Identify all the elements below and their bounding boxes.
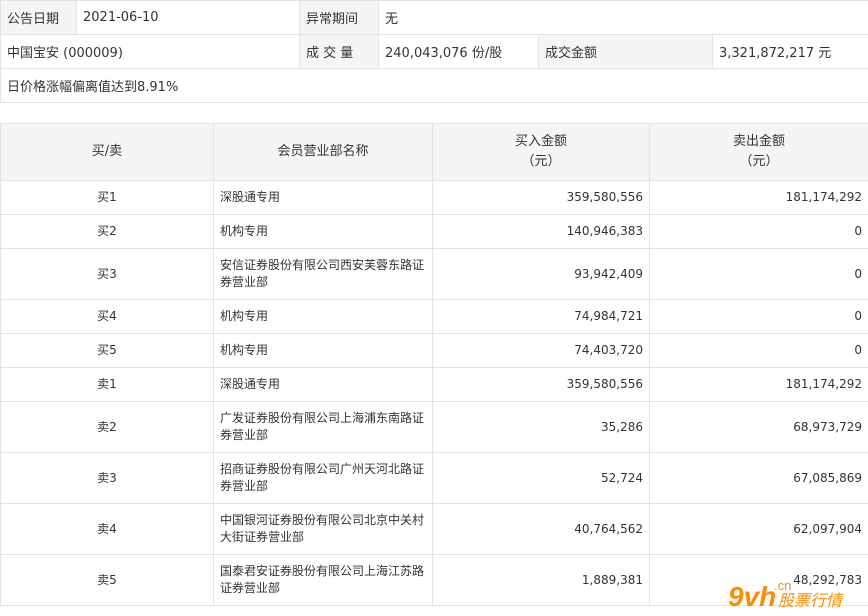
- side-cell: 买4: [0, 299, 214, 334]
- side-cell: 买2: [0, 214, 214, 249]
- table-row: 买1 深股通专用 359,580,556 181,174,292: [0, 180, 868, 215]
- watermark-sub: 股票行情: [778, 591, 844, 610]
- side-cell: 卖1: [0, 367, 214, 402]
- announce-date-value: 2021-06-10: [76, 0, 300, 35]
- broker-name-cell: 深股通专用: [213, 367, 433, 402]
- abnormal-period-value: 无: [378, 0, 868, 35]
- sell-amount-cell: 0: [649, 214, 868, 249]
- side-cell: 买5: [0, 333, 214, 368]
- volume-value: 240,043,076 份/股: [378, 34, 539, 69]
- table-row: 卖2 广发证券股份有限公司上海浦东南路证券营业部 35,286 68,973,729: [0, 401, 868, 453]
- sell-amount-cell: 0: [649, 333, 868, 368]
- sell-amount-cell: 67,085,869: [649, 452, 868, 504]
- volume-label: 成 交 量: [299, 34, 379, 69]
- reason-text: 日价格涨幅偏离值达到8.91%: [0, 68, 868, 103]
- table-row: 卖4 中国银河证券股份有限公司北京中关村大街证券营业部 40,764,562 62,0…: [0, 503, 868, 555]
- sell-amount-cell: 0: [649, 299, 868, 334]
- table-body: 买1 深股通专用 359,580,556 181,174,292 买2 机构专用 140,9…: [0, 180, 868, 606]
- broker-name-cell: 招商证券股份有限公司广州天河北路证券营业部: [213, 452, 433, 504]
- table-row: 买4 机构专用 74,984,721 0: [0, 299, 868, 334]
- buy-amount-cell: 1,889,381: [432, 554, 650, 606]
- announcement-info-table: 公告日期 2021-06-10 异常期间 无 中国宝安 (000009) 成 交…: [0, 0, 868, 103]
- header-buy: 买入金额 （元）: [432, 123, 650, 181]
- broker-name-cell: 国泰君安证券股份有限公司上海江苏路证券营业部: [213, 554, 433, 606]
- amount-label: 成交金额: [538, 34, 713, 69]
- amount-value: 3,321,872,217 元: [712, 34, 868, 69]
- buy-amount-cell: 359,580,556: [432, 367, 650, 402]
- sell-amount-cell: 0: [649, 248, 868, 300]
- side-cell: 买3: [0, 248, 214, 300]
- broker-name-cell: 深股通专用: [213, 180, 433, 215]
- side-cell: 卖4: [0, 503, 214, 555]
- buy-amount-cell: 359,580,556: [432, 180, 650, 215]
- buy-amount-cell: 52,724: [432, 452, 650, 504]
- broker-name-cell: 安信证券股份有限公司西安芙蓉东路证券营业部: [213, 248, 433, 300]
- header-broker: 会员营业部名称: [213, 123, 433, 181]
- broker-name-cell: 广发证券股份有限公司上海浦东南路证券营业部: [213, 401, 433, 453]
- header-side: 买/卖: [0, 123, 214, 181]
- table-row: 买3 安信证券股份有限公司西安芙蓉东路证券营业部 93,942,409 0: [0, 248, 868, 300]
- broker-name-cell: 机构专用: [213, 214, 433, 249]
- table-row: 买5 机构专用 74,403,720 0: [0, 333, 868, 368]
- side-cell: 买1: [0, 180, 214, 215]
- abnormal-period-label: 异常期间: [299, 0, 379, 35]
- buy-amount-cell: 40,764,562: [432, 503, 650, 555]
- header-sell: 卖出金额 （元）: [649, 123, 868, 181]
- sell-amount-cell: 68,973,729: [649, 401, 868, 453]
- side-cell: 卖2: [0, 401, 214, 453]
- buy-amount-cell: 74,403,720: [432, 333, 650, 368]
- sell-amount-cell: 181,174,292: [649, 180, 868, 215]
- buy-amount-cell: 74,984,721: [432, 299, 650, 334]
- sell-amount-cell: 62,097,904: [649, 503, 868, 555]
- announce-date-label: 公告日期: [0, 0, 77, 35]
- broker-trading-table: 买/卖 会员营业部名称 买入金额 （元） 卖出金额 （元） 买1 深股通专用 359,5…: [0, 123, 868, 606]
- table-row: 卖1 深股通专用 359,580,556 181,174,292: [0, 367, 868, 402]
- broker-name-cell: 机构专用: [213, 299, 433, 334]
- buy-amount-cell: 35,286: [432, 401, 650, 453]
- broker-name-cell: 机构专用: [213, 333, 433, 368]
- table-row: 买2 机构专用 140,946,383 0: [0, 214, 868, 249]
- table-row: 卖3 招商证券股份有限公司广州天河北路证券营业部 52,724 67,085,869: [0, 452, 868, 504]
- side-cell: 卖5: [0, 554, 214, 606]
- side-cell: 卖3: [0, 452, 214, 504]
- stock-name: 中国宝安 (000009): [0, 34, 300, 69]
- watermark-text: 9vh: [728, 581, 776, 612]
- buy-amount-cell: 140,946,383: [432, 214, 650, 249]
- watermark-logo: 9vh .cn 股票行情: [728, 578, 844, 612]
- sell-amount-cell: 181,174,292: [649, 367, 868, 402]
- broker-name-cell: 中国银河证券股份有限公司北京中关村大街证券营业部: [213, 503, 433, 555]
- buy-amount-cell: 93,942,409: [432, 248, 650, 300]
